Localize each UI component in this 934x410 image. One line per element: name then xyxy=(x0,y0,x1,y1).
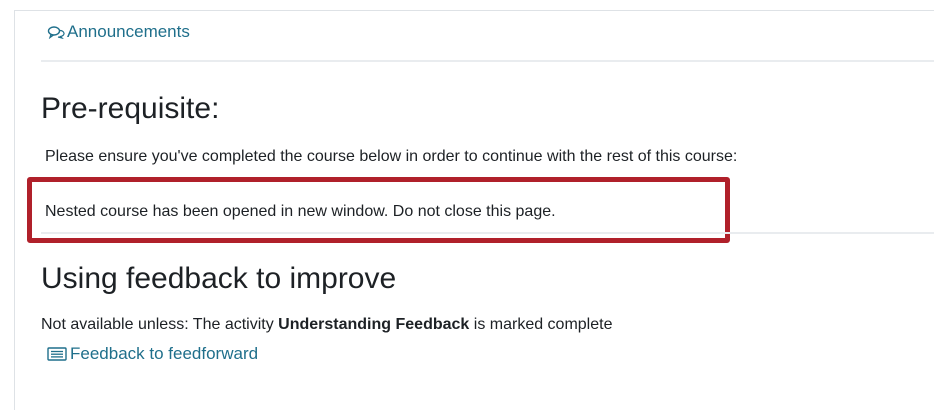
feedback-to-feedforward-link[interactable]: Feedback to feedforward xyxy=(47,344,258,364)
section-divider xyxy=(41,60,934,62)
feedback-section-title: Using feedback to improve xyxy=(41,262,397,295)
restriction-suffix: is marked complete xyxy=(469,316,613,333)
prerequisite-instruction: Please ensure you've completed the cours… xyxy=(45,148,738,165)
prerequisite-title: Pre-requisite: xyxy=(41,92,220,125)
restriction-info: Not available unless: The activity Under… xyxy=(41,316,612,334)
feedback-link-label: Feedback to feedforward xyxy=(70,344,259,363)
announcements-label: Announcements xyxy=(67,22,190,41)
forum-icon xyxy=(47,25,65,39)
nested-course-notice: Nested course has been opened in new win… xyxy=(45,203,556,220)
restriction-activity: Understanding Feedback xyxy=(278,316,470,333)
announcements-link[interactable]: Announcements xyxy=(47,22,190,42)
restriction-prefix: Not available unless: The activity xyxy=(41,316,279,333)
section-divider xyxy=(41,232,934,234)
page-icon xyxy=(47,347,67,361)
